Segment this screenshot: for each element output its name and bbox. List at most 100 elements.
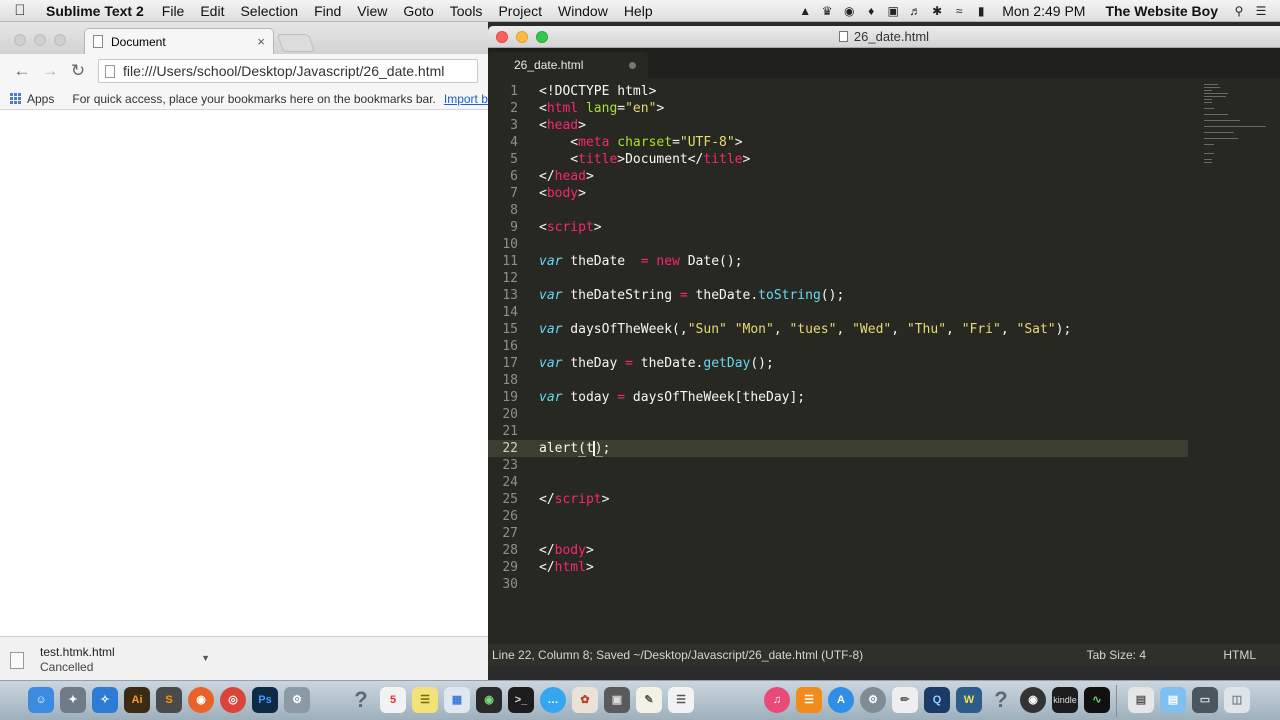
editor-tab-bar: 26_date.html (488, 48, 1280, 78)
menu-edit[interactable]: Edit (192, 3, 232, 19)
wifi-icon[interactable]: ≈ (948, 4, 970, 18)
preview-icon[interactable]: ▦ (444, 687, 470, 713)
download-item[interactable]: test.htmk.html Cancelled ▼ (10, 643, 210, 677)
finder-icon[interactable]: ☺ (28, 687, 54, 713)
download-menu-arrow-icon[interactable]: ▼ (201, 653, 210, 663)
browser-window: Document × ← → ↻ file:///Users/school/De… (0, 22, 488, 686)
photos-icon[interactable]: ✿ (572, 687, 598, 713)
page-icon (93, 35, 103, 48)
script-icon[interactable]: ☰ (668, 687, 694, 713)
gamepad-icon[interactable]: ▣ (882, 4, 904, 18)
photo-booth-icon[interactable]: ◉ (476, 687, 502, 713)
help-icon[interactable]: ? (348, 687, 374, 713)
editor-zoom-icon[interactable] (536, 31, 548, 43)
folder-icon[interactable]: ▤ (1160, 687, 1186, 713)
bluetooth-icon[interactable]: ✱ (926, 4, 948, 18)
app-menu[interactable]: Sublime Text 2 (40, 3, 154, 19)
browser-minimize-icon[interactable] (34, 34, 46, 46)
editor-tab-26-date[interactable]: 26_date.html (488, 52, 648, 78)
code-line: 13 var theDateString = theDate.toString()… (502, 288, 845, 303)
trash-icon[interactable]: ◫ (1224, 687, 1250, 713)
back-arrow-icon[interactable]: ← (8, 61, 36, 81)
document-icon[interactable]: ✏ (892, 687, 918, 713)
new-tab-button[interactable] (276, 34, 316, 52)
dock: ☺ ✦ ✧ Ai S ◉ ◎ Ps ⚙ ? 5 ☰ ▦ ◉ >_ … ✿ ▣ ✎… (0, 680, 1280, 720)
calendar-icon[interactable]: 5 (380, 687, 406, 713)
syntax-selector[interactable]: HTML (1223, 644, 1256, 666)
dreamweaver-icon[interactable]: W (956, 687, 982, 713)
settings-icon[interactable]: ⚙ (860, 687, 886, 713)
code-line: 15 var daysOfTheWeek(,"Sun" "Mon", "tues"… (502, 322, 1072, 337)
help-icon[interactable]: ? (988, 687, 1014, 713)
tab-close-icon[interactable] (629, 62, 636, 69)
browser-close-icon[interactable] (14, 34, 26, 46)
menu-help[interactable]: Help (616, 3, 661, 19)
app-store-icon[interactable]: A (828, 687, 854, 713)
tab-close-icon[interactable]: × (257, 34, 265, 49)
minimap[interactable] (1204, 84, 1270, 174)
terminal-icon[interactable]: >_ (508, 687, 534, 713)
menu-bar:  Sublime Text 2 File Edit Selection Fin… (0, 0, 1280, 22)
status-position: Line 22, Column 8; Saved ~/Desktop/Javas… (492, 648, 864, 662)
browser-tab-document[interactable]: Document × (84, 28, 274, 54)
volume-icon[interactable]: ♬ (904, 4, 926, 18)
launchpad-icon[interactable]: ✦ (60, 687, 86, 713)
menu-project[interactable]: Project (490, 3, 550, 19)
menu-tools[interactable]: Tools (442, 3, 491, 19)
file-icon (10, 651, 24, 669)
apple-menu-icon[interactable]:  (0, 2, 40, 19)
bookmarks-hint: For quick access, place your bookmarks h… (72, 91, 436, 106)
browser-page-content[interactable] (0, 132, 488, 636)
address-bar[interactable]: file:///Users/school/Desktop/Javascript/… (98, 59, 478, 83)
search-icon[interactable]: ⚲ (1228, 4, 1250, 18)
textedit-icon[interactable]: ✎ (636, 687, 662, 713)
accessibility-icon[interactable]: ♛ (816, 4, 838, 18)
menu-view[interactable]: View (349, 3, 395, 19)
firefox-icon[interactable]: ◉ (188, 687, 214, 713)
ibooks-icon[interactable]: ☰ (796, 687, 822, 713)
reload-icon[interactable]: ↻ (64, 61, 92, 81)
code-line: 24 (502, 475, 518, 490)
apps-grid-icon[interactable] (10, 93, 21, 104)
editor-minimize-icon[interactable] (516, 31, 528, 43)
itunes-icon[interactable]: ♫ (764, 687, 790, 713)
editor-close-icon[interactable] (496, 31, 508, 43)
notes-icon[interactable]: ☰ (412, 687, 438, 713)
chrome-icon[interactable]: ◎ (220, 687, 246, 713)
activity-monitor-icon[interactable]: ∿ (1084, 687, 1110, 713)
menu-goto[interactable]: Goto (395, 3, 441, 19)
github-icon[interactable]: ◉ (1020, 687, 1046, 713)
menu-selection[interactable]: Selection (232, 3, 306, 19)
code-editor[interactable]: 1 <!DOCTYPE html> 2 <html lang="en"> 3 <hea… (488, 82, 1280, 644)
kindle-icon[interactable]: kindle (1052, 687, 1078, 713)
browser-zoom-icon[interactable] (54, 34, 66, 46)
screen-icon[interactable]: ▭ (1192, 687, 1218, 713)
illustrator-icon[interactable]: Ai (124, 687, 150, 713)
record-icon[interactable]: ◉ (838, 4, 860, 18)
app-icon[interactable]: ▣ (604, 687, 630, 713)
sublime-text-icon[interactable]: S (156, 687, 182, 713)
tab-size-selector[interactable]: Tab Size: 4 (1087, 644, 1146, 666)
system-preferences-icon[interactable]: ⚙ (284, 687, 310, 713)
battery-icon[interactable]: ▮ (970, 4, 992, 18)
photoshop-icon[interactable]: Ps (252, 687, 278, 713)
code-line-active: 22 alert(t); (488, 440, 1188, 457)
quicktime-icon[interactable]: Q (924, 687, 950, 713)
forward-arrow-icon[interactable]: → (36, 61, 64, 81)
import-bookmarks-link[interactable]: Import b (444, 92, 488, 106)
downloads-icon[interactable]: ▤ (1128, 687, 1154, 713)
code-line: 18 (502, 373, 518, 388)
menu-find[interactable]: Find (306, 3, 349, 19)
adobe-icon[interactable]: ▲ (794, 4, 816, 18)
safari-icon[interactable]: ✧ (92, 687, 118, 713)
code-line: 27 (502, 526, 518, 541)
user-menu[interactable]: The Website Boy (1095, 3, 1228, 19)
list-icon[interactable]: ☰ (1250, 4, 1272, 18)
messages-icon[interactable]: … (540, 687, 566, 713)
code-line: 21 (502, 424, 518, 439)
menu-window[interactable]: Window (550, 3, 616, 19)
clock[interactable]: Mon 2:49 PM (992, 3, 1095, 19)
notification-bell-icon[interactable]: ♦ (860, 4, 882, 18)
apps-link[interactable]: Apps (27, 92, 54, 106)
menu-file[interactable]: File (154, 3, 193, 19)
